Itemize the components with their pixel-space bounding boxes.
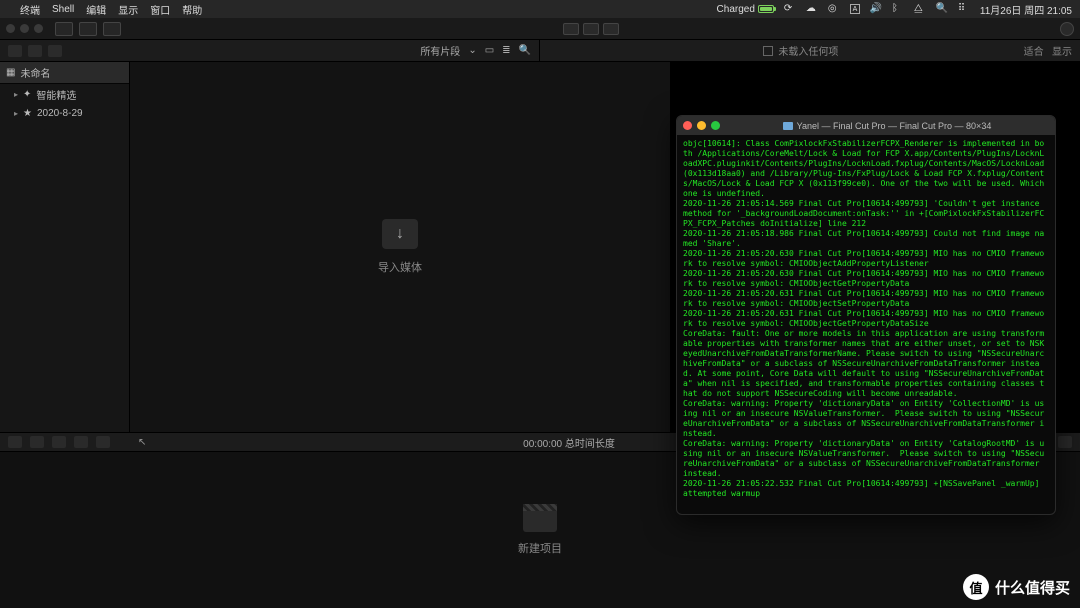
append-clip-button[interactable] bbox=[74, 436, 88, 448]
watermark-text: 什么值得买 bbox=[995, 577, 1070, 598]
battery-status[interactable]: Charged bbox=[717, 4, 774, 15]
volume-icon[interactable]: 🔊 bbox=[870, 3, 882, 15]
terminal-title: Yanel — Final Cut Pro — Final Cut Pro — … bbox=[797, 121, 992, 131]
download-arrow-icon: ↓ bbox=[396, 225, 404, 243]
sidebar-label-event: 2020-8-29 bbox=[37, 108, 83, 119]
close-icon[interactable] bbox=[683, 121, 692, 130]
tool-c[interactable] bbox=[1058, 436, 1072, 448]
sync-icon[interactable]: ⟳ bbox=[784, 3, 796, 15]
battery-icon bbox=[758, 5, 774, 13]
macos-menubar: 终端 Shell 编辑 显示 窗口 帮助 Charged ⟳ ☁ ◎ A 🔊 ᛒ… bbox=[0, 0, 1080, 18]
import-media-button[interactable]: ↓ bbox=[382, 219, 418, 249]
battery-label: Charged bbox=[717, 4, 755, 15]
event-icon: ★ bbox=[23, 108, 32, 119]
watermark: 值 什么值得买 bbox=[963, 574, 1070, 600]
clapperboard-icon[interactable] bbox=[523, 504, 557, 532]
media-browser[interactable]: ↓ 导入媒体 bbox=[130, 62, 670, 432]
keyword-button[interactable] bbox=[79, 22, 97, 36]
user-icon[interactable]: ◎ bbox=[828, 3, 840, 15]
viewer-title: 未载入任何项 bbox=[778, 43, 838, 58]
titles-toggle[interactable] bbox=[583, 23, 599, 35]
clips-filter-label[interactable]: 所有片段 bbox=[420, 43, 460, 58]
sidebar-label-smart: 智能精选 bbox=[36, 87, 76, 102]
disclosure-icon[interactable]: ▸ bbox=[14, 90, 18, 99]
folder-icon bbox=[783, 122, 793, 130]
library-name: 未命名 bbox=[20, 65, 50, 80]
share-button[interactable] bbox=[1060, 22, 1074, 36]
fcp-window-toolbar bbox=[0, 18, 1080, 40]
connect-clip-button[interactable] bbox=[30, 436, 44, 448]
cloud-icon[interactable]: ☁ bbox=[806, 3, 818, 15]
library-icon: ▦ bbox=[6, 67, 15, 78]
menu-window[interactable]: 窗口 bbox=[150, 2, 170, 17]
traffic-lights[interactable] bbox=[6, 24, 43, 33]
wifi-icon[interactable]: ⧋ bbox=[914, 3, 926, 15]
keyboard-icon[interactable]: A bbox=[850, 4, 860, 14]
library-header[interactable]: ▦ 未命名 bbox=[0, 62, 129, 84]
viewer-zoom[interactable]: 适合 bbox=[1024, 47, 1044, 58]
music-view-icon[interactable] bbox=[48, 45, 62, 57]
terminal-output[interactable]: objc[10614]: Class ComPixlockFxStabilize… bbox=[677, 135, 1055, 514]
clip-placeholder-icon bbox=[763, 46, 773, 56]
library-sidebar: ▦ 未命名 ▸ ✦ 智能精选 ▸ ★ 2020-8-29 bbox=[0, 62, 130, 432]
new-project-label: 新建项目 bbox=[518, 540, 562, 556]
clock[interactable]: 11月26日 周四 21:05 bbox=[980, 2, 1072, 17]
smart-collection-icon: ✦ bbox=[23, 89, 31, 100]
bluetooth-icon[interactable]: ᛒ bbox=[892, 3, 904, 15]
photos-view-icon[interactable] bbox=[28, 45, 42, 57]
minimize-icon[interactable] bbox=[697, 121, 706, 130]
search-browser-icon[interactable]: 🔍 bbox=[519, 45, 531, 56]
panel-header-bar: 所有片段 ⌄ ▭ ≣ 🔍 未载入任何项 适合 显示 bbox=[0, 40, 1080, 62]
sidebar-item-event[interactable]: ▸ ★ 2020-8-29 bbox=[0, 105, 129, 122]
menu-view[interactable]: 显示 bbox=[118, 2, 138, 17]
filmstrip-icon[interactable]: ▭ bbox=[485, 45, 494, 56]
sidebar-item-smart[interactable]: ▸ ✦ 智能精选 bbox=[0, 84, 129, 105]
overwrite-clip-button[interactable] bbox=[96, 436, 110, 448]
enhance-button[interactable] bbox=[103, 22, 121, 36]
viewer-display[interactable]: 显示 bbox=[1052, 47, 1072, 58]
select-tool-icon[interactable]: ↖ bbox=[138, 437, 146, 448]
chevron-down-icon[interactable]: ⌄ bbox=[468, 45, 476, 56]
control-center-icon[interactable]: ⠿ bbox=[958, 3, 970, 15]
center-tool-buttons bbox=[563, 23, 619, 35]
import-label: 导入媒体 bbox=[378, 259, 422, 275]
timecode-display: 00:00:00 总时间长度 bbox=[523, 435, 615, 450]
menu-help[interactable]: 帮助 bbox=[182, 2, 202, 17]
library-view-icon[interactable] bbox=[8, 45, 22, 57]
watermark-badge: 值 bbox=[963, 574, 989, 600]
disclosure-icon[interactable]: ▸ bbox=[14, 109, 18, 118]
index-button[interactable] bbox=[8, 436, 22, 448]
list-icon[interactable]: ≣ bbox=[502, 45, 510, 56]
app-name[interactable]: 终端 bbox=[20, 2, 40, 17]
menu-edit[interactable]: 编辑 bbox=[86, 2, 106, 17]
search-icon[interactable]: 🔍 bbox=[936, 3, 948, 15]
menu-shell[interactable]: Shell bbox=[52, 4, 74, 15]
library-toggle[interactable] bbox=[563, 23, 579, 35]
zoom-icon[interactable] bbox=[711, 121, 720, 130]
insert-clip-button[interactable] bbox=[52, 436, 66, 448]
import-button[interactable] bbox=[55, 22, 73, 36]
effects-toggle[interactable] bbox=[603, 23, 619, 35]
terminal-titlebar[interactable]: Yanel — Final Cut Pro — Final Cut Pro — … bbox=[677, 116, 1055, 135]
terminal-window[interactable]: Yanel — Final Cut Pro — Final Cut Pro — … bbox=[676, 115, 1056, 515]
